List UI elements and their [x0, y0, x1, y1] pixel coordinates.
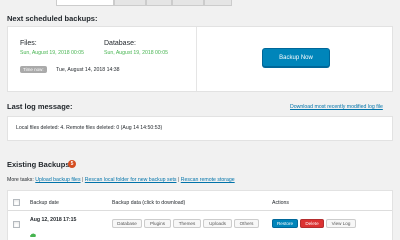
panel-divider: [196, 27, 197, 91]
log-message: Local files deleted: 4. Remote files del…: [16, 125, 163, 131]
rescan-local-folder-link[interactable]: Rescan local folder for new backup sets: [85, 177, 177, 183]
download-plugins-button[interactable]: Plugins: [144, 219, 171, 228]
database-label: Database:: [104, 40, 136, 47]
existing-backups-heading: Existing Backups: [7, 160, 70, 169]
tab-4[interactable]: [172, 0, 204, 6]
restore-button[interactable]: Restore: [272, 219, 298, 228]
time-now-value: Tue, August 14, 2018 14:38: [56, 67, 120, 73]
column-backup-data: Backup data (click to download): [112, 200, 186, 206]
rescan-remote-storage-link[interactable]: Rescan remote storage: [181, 177, 235, 183]
column-actions: Actions: [272, 200, 290, 206]
backup-count-badge: 5: [68, 160, 76, 168]
next-scheduled-heading: Next scheduled backups:: [7, 14, 98, 23]
tab-5[interactable]: [204, 0, 232, 6]
download-database-button[interactable]: Database: [112, 219, 142, 228]
backups-table: [7, 190, 393, 240]
scheduled-panel: [7, 26, 393, 92]
download-uploads-button[interactable]: Uploads: [203, 219, 232, 228]
tab-2[interactable]: [114, 0, 146, 6]
upload-backup-files-link[interactable]: Upload backup files: [35, 177, 80, 183]
tab-bar: [0, 0, 400, 6]
download-others-button[interactable]: Others: [234, 219, 259, 228]
backup-now-button[interactable]: Backup Now: [262, 48, 330, 67]
tab-current[interactable]: [56, 0, 114, 6]
table-header-divider: [8, 210, 392, 211]
delete-button[interactable]: Delete: [300, 219, 324, 228]
select-all-checkbox[interactable]: [13, 199, 20, 206]
log-heading: Last log message:: [7, 102, 73, 111]
more-tasks-row: More tasks: Upload backup files | Rescan…: [7, 177, 235, 183]
database-next-time: Sun, August 19, 2018 00:05: [104, 50, 169, 56]
files-next-time: Sun, August 19, 2018 00:05: [20, 50, 85, 56]
more-tasks-label: More tasks:: [7, 177, 34, 183]
tab-3[interactable]: [146, 0, 172, 6]
cloud-icon: [30, 225, 36, 237]
files-label: Files:: [20, 40, 37, 47]
backup-date: Aug 12, 2018 17:15: [30, 217, 77, 223]
download-themes-button[interactable]: Themes: [173, 219, 201, 228]
view-log-button[interactable]: View Log: [326, 219, 356, 228]
column-backup-date: Backup date: [30, 200, 59, 206]
download-log-link[interactable]: Download most recently modified log file: [290, 104, 383, 110]
row-checkbox[interactable]: [13, 221, 20, 228]
time-now-badge: Time now:: [20, 66, 47, 73]
